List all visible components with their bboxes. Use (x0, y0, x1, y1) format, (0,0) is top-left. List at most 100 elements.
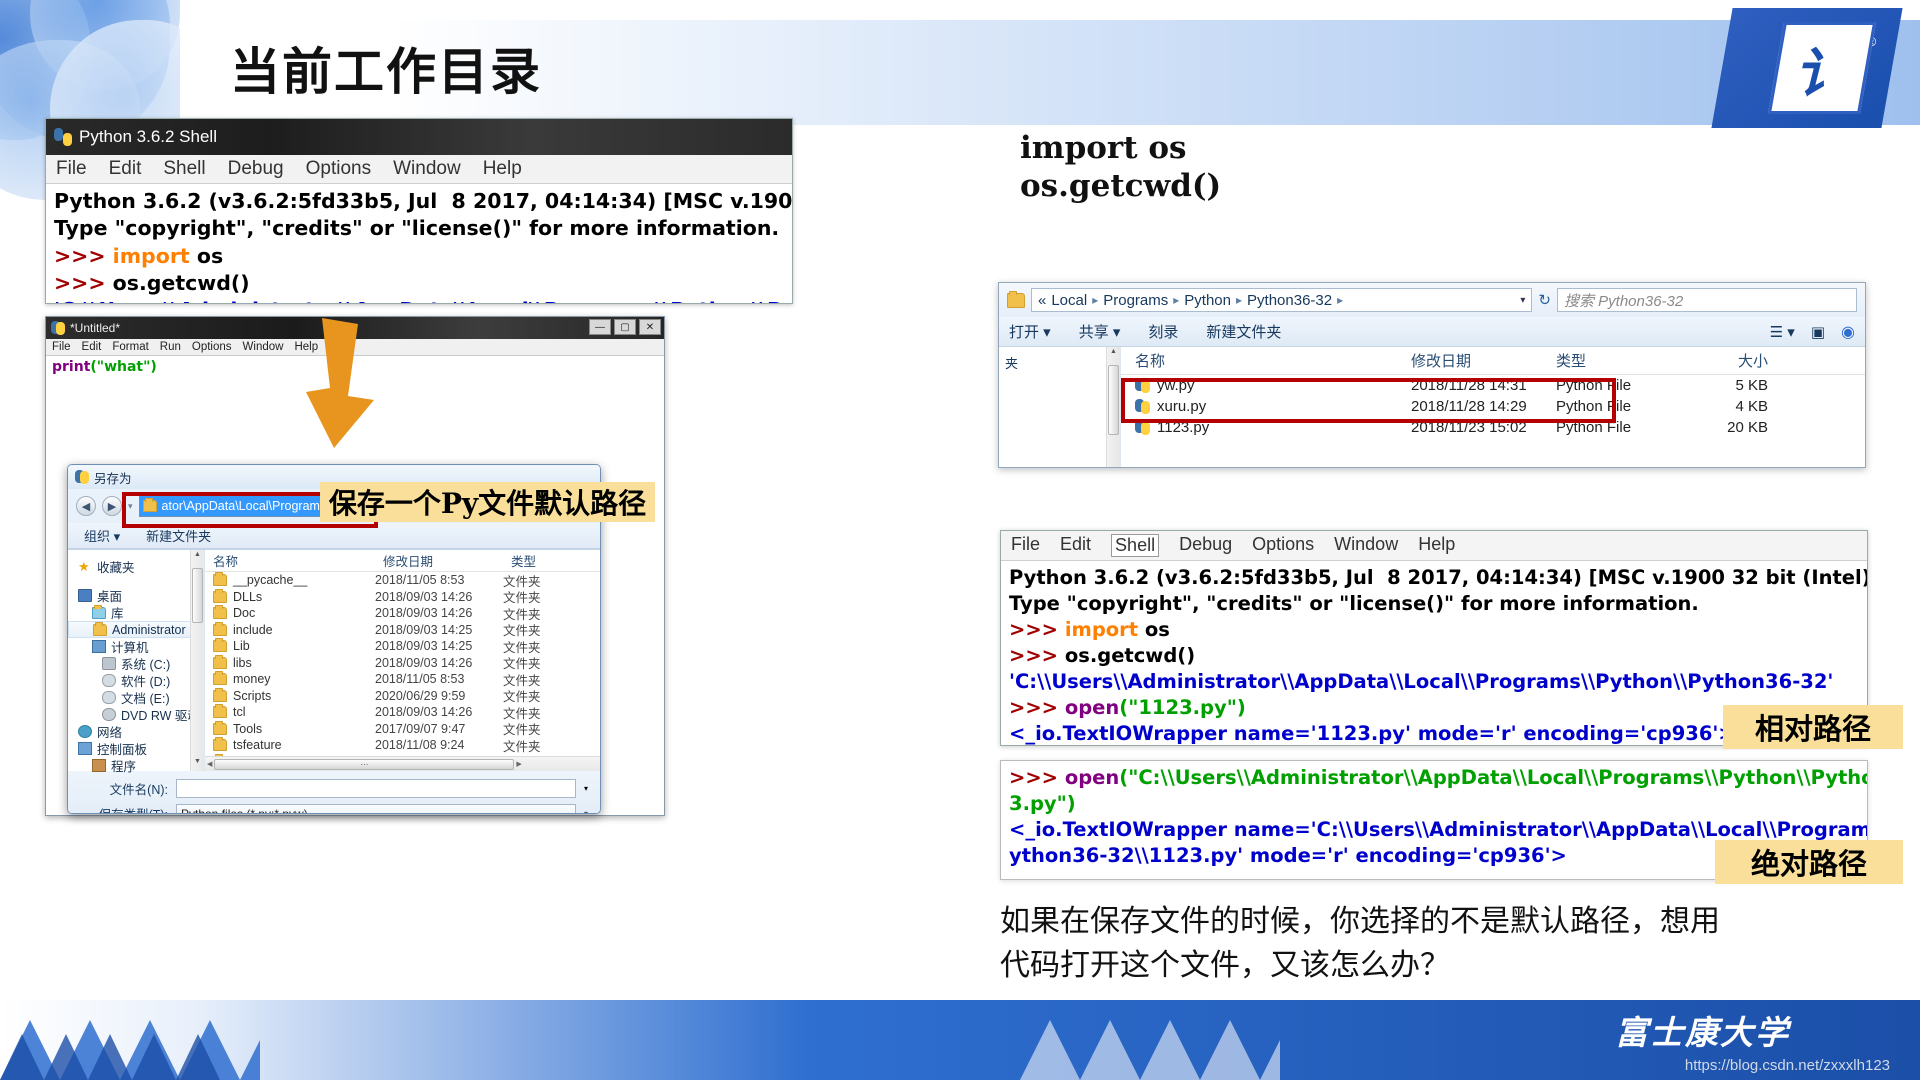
editor-menu-file[interactable]: File (52, 341, 71, 353)
explorer-toolbar[interactable]: 打开 ▾ 共享 ▾ 刻录 新建文件夹 ☰ ▾ ▣ ◉ (999, 317, 1865, 347)
table-row[interactable]: Lib 2018/09/03 14:25 文件夹 (205, 638, 600, 655)
table-row[interactable]: tcl 2018/09/03 14:26 文件夹 (205, 704, 600, 721)
explorer-file-list[interactable]: 名称 修改日期 类型 大小 yw.py 2018/11/28 14:31 Pytho… (1121, 347, 1865, 467)
menu-options[interactable]: Options (306, 158, 371, 180)
menu-edit[interactable]: Edit (109, 158, 142, 180)
table-row[interactable]: 1123.py 2018/11/23 15:02 Python File 20 KB (1121, 417, 1865, 438)
sidebar-item-drive-d[interactable]: 软件 (D:) (68, 672, 204, 689)
open-button[interactable]: 打开 ▾ (1009, 321, 1051, 342)
explorer-search-input[interactable]: 搜索 Python36-32 (1557, 288, 1857, 312)
breadcrumb-dropdown-icon[interactable]: ▾ (1520, 295, 1525, 306)
breadcrumb[interactable]: « Local ▸ Programs ▸ Python ▸ Python36-32 ▸ … (1031, 288, 1533, 312)
filename-dropdown-icon[interactable]: ▾ (584, 784, 588, 793)
menu-file[interactable]: File (56, 158, 87, 180)
explorer-navbar[interactable]: « Local ▸ Programs ▸ Python ▸ Python36-32 ▸ … (999, 283, 1865, 317)
table-row[interactable]: DLLs 2018/09/03 14:26 文件夹 (205, 588, 600, 605)
sidebar-scrollbar[interactable]: ▲ ▼ (190, 550, 204, 771)
organize-button[interactable]: 组织 ▾ (84, 526, 120, 545)
explorer-column-date[interactable]: 修改日期 (1411, 350, 1556, 371)
close-button[interactable]: ✕ (639, 319, 661, 335)
sidebar-item-desktop[interactable]: 桌面 (68, 587, 204, 604)
shell2-menu-options[interactable]: Options (1252, 534, 1314, 557)
hscroll-left-icon[interactable]: ◀ (205, 760, 214, 768)
editor-menu-format[interactable]: Format (112, 341, 148, 353)
editor-menu-window[interactable]: Window (243, 341, 284, 353)
preview-pane-icon[interactable]: ▣ (1811, 323, 1825, 341)
filetype-select[interactable]: Python files (*.py;*.pyw) (176, 804, 576, 813)
file-list-hscrollbar[interactable]: ◀ ⋯ ▶ (205, 756, 600, 771)
scroll-down-icon[interactable]: ▼ (192, 758, 203, 770)
breadcrumb-local[interactable]: Local (1051, 292, 1087, 309)
shell2-menu-shell[interactable]: Shell (1111, 534, 1160, 557)
explorer-scroll-thumb[interactable] (1108, 365, 1119, 435)
sidebar-item-programs[interactable]: 程序 (68, 757, 204, 774)
breadcrumb-programs[interactable]: Programs (1103, 292, 1168, 309)
new-folder-button-explorer[interactable]: 新建文件夹 (1206, 321, 1281, 342)
forward-icon[interactable]: ▶ (102, 496, 122, 516)
editor-menu-run[interactable]: Run (160, 341, 181, 353)
table-row[interactable]: include 2018/09/03 14:25 文件夹 (205, 621, 600, 638)
back-icon[interactable]: ◀ (76, 496, 96, 516)
table-row[interactable]: Doc 2018/09/03 14:26 文件夹 (205, 605, 600, 622)
menu-window[interactable]: Window (393, 158, 461, 180)
column-name[interactable]: 名称 (205, 551, 375, 570)
minimize-button[interactable]: — (589, 319, 611, 335)
history-dropdown-icon[interactable]: ▾ (128, 501, 133, 512)
breadcrumb-root-icon[interactable]: « (1038, 292, 1046, 309)
windows-explorer-window[interactable]: « Local ▸ Programs ▸ Python ▸ Python36-32 ▸ … (998, 282, 1866, 468)
explorer-sidebar-item[interactable]: 夹 (999, 347, 1120, 372)
sidebar-item-drive-e[interactable]: 文档 (E:) (68, 689, 204, 706)
explorer-refresh-icon[interactable]: ↻ (1538, 291, 1551, 309)
sidebar-item-network[interactable]: 网络 (68, 723, 204, 740)
explorer-scroll-up-icon[interactable]: ▲ (1108, 348, 1119, 360)
sidebar-item-control-panel[interactable]: 控制面板 (68, 740, 204, 757)
shell2-menu-debug[interactable]: Debug (1179, 534, 1232, 557)
explorer-sidebar-scrollbar[interactable]: ▲ (1106, 347, 1120, 467)
column-type[interactable]: 类型 (503, 551, 583, 570)
window-controls[interactable]: — ▢ ✕ (589, 319, 661, 335)
filename-input[interactable] (176, 779, 576, 798)
table-row[interactable]: libs 2018/09/03 14:26 文件夹 (205, 654, 600, 671)
hscroll-right-icon[interactable]: ▶ (514, 760, 523, 768)
shell-menubar[interactable]: File Edit Shell Debug Options Window Hel… (46, 155, 792, 184)
table-row[interactable]: xuru.py 2018/11/28 14:29 Python File 4 KB (1121, 396, 1865, 417)
maximize-button[interactable]: ▢ (614, 319, 636, 335)
table-row[interactable]: tsfeature 2018/11/08 9:24 文件夹 (205, 737, 600, 754)
editor-menu-options[interactable]: Options (192, 341, 232, 353)
shell2-menu-file[interactable]: File (1011, 534, 1040, 557)
shell2-menubar[interactable]: File Edit Shell Debug Options Window Hel… (1001, 531, 1867, 561)
menu-shell[interactable]: Shell (163, 158, 205, 180)
table-row[interactable]: Tools 2017/09/07 9:47 文件夹 (205, 720, 600, 737)
breadcrumb-python[interactable]: Python (1184, 292, 1231, 309)
column-date[interactable]: 修改日期 (375, 551, 503, 570)
burn-button[interactable]: 刻录 (1148, 321, 1178, 342)
explorer-column-name[interactable]: 名称 (1121, 350, 1411, 371)
sidebar-item-drive-c[interactable]: 系统 (C:) (68, 655, 204, 672)
scroll-thumb[interactable] (192, 568, 203, 623)
table-row[interactable]: money 2018/11/05 8:53 文件夹 (205, 671, 600, 688)
shell2-menu-help[interactable]: Help (1418, 534, 1455, 557)
explorer-column-size[interactable]: 大小 (1676, 350, 1768, 371)
shell2-menu-window[interactable]: Window (1334, 534, 1398, 557)
filetype-dropdown-icon[interactable]: ▾ (584, 809, 588, 813)
table-row[interactable]: Scripts 2020/06/29 9:59 文件夹 (205, 687, 600, 704)
explorer-column-type[interactable]: 类型 (1556, 350, 1676, 371)
sidebar-item-administrator[interactable]: Administrator (68, 621, 204, 638)
table-row[interactable]: __pycache__ 2018/11/05 8:53 文件夹 (205, 572, 600, 589)
explorer-sidebar[interactable]: 夹 ▲ (999, 347, 1121, 467)
help-icon[interactable]: ◉ (1841, 322, 1855, 342)
save-dialog-file-list[interactable]: 名称 修改日期 类型 __pycache__ 2018/11/05 8:53 文件夹… (205, 550, 600, 771)
python-shell-window-top[interactable]: Python 3.6.2 Shell File Edit Shell Debug… (45, 118, 793, 304)
save-dialog-toolbar[interactable]: 组织 ▾ 新建文件夹 (68, 523, 600, 549)
view-mode-icon[interactable]: ☰ ▾ (1770, 323, 1795, 341)
breadcrumb-python36[interactable]: Python36-32 (1247, 292, 1332, 309)
share-button[interactable]: 共享 ▾ (1079, 321, 1121, 342)
editor-menu-edit[interactable]: Edit (82, 341, 102, 353)
menu-help[interactable]: Help (483, 158, 522, 180)
sidebar-item-library[interactable]: 库 (68, 604, 204, 621)
sidebar-item-dvd[interactable]: DVD RW 驱动 (68, 706, 204, 723)
table-row[interactable]: yw.py 2018/11/28 14:31 Python File 5 KB (1121, 375, 1865, 396)
hscroll-thumb[interactable]: ⋯ (214, 758, 515, 770)
sidebar-item-favorites[interactable]: ★ 收藏夹 (68, 558, 204, 575)
new-folder-button[interactable]: 新建文件夹 (146, 526, 211, 545)
